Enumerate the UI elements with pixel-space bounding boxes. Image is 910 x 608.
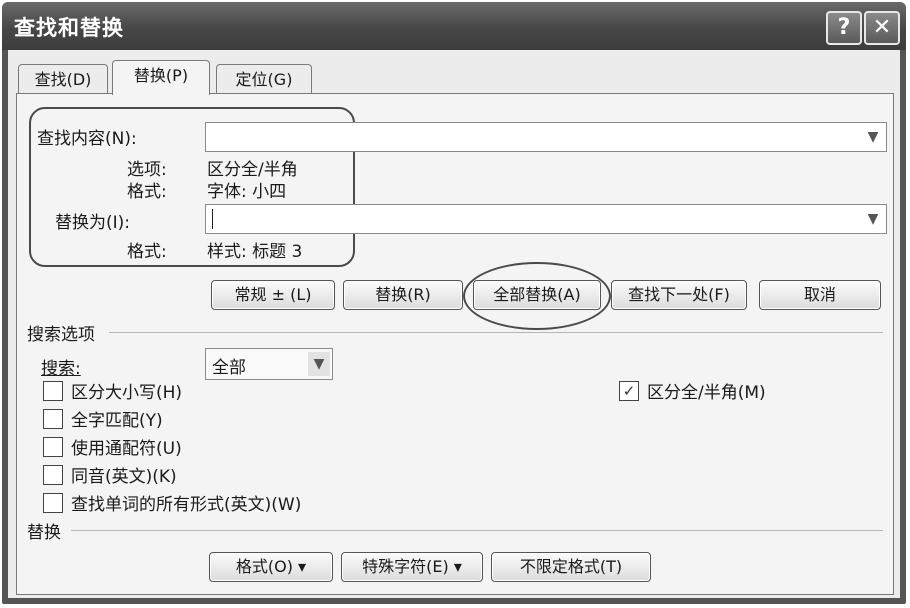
tab-goto[interactable]: 定位(G) bbox=[216, 64, 312, 95]
replace-button[interactable]: 替换(R) bbox=[343, 280, 463, 310]
find-format-key: 格式: bbox=[127, 182, 167, 202]
find-label: 查找内容(N): bbox=[37, 129, 137, 149]
search-direction-value: 全部 bbox=[212, 358, 246, 378]
no-format-button[interactable]: 不限定格式(T) bbox=[491, 552, 651, 582]
whole-word-checkbox[interactable] bbox=[43, 409, 63, 429]
cancel-button[interactable]: 取消 bbox=[759, 280, 881, 310]
word-forms-checkbox[interactable] bbox=[43, 493, 63, 513]
format-button[interactable]: 格式(O) ▾ bbox=[209, 552, 333, 582]
divider bbox=[109, 332, 883, 333]
replace-input[interactable]: ▼ bbox=[205, 204, 887, 234]
less-button[interactable]: 常规 ± (L) bbox=[211, 280, 335, 310]
search-options-header: 搜索选项 bbox=[27, 325, 95, 345]
width-checkbox[interactable]: ✓ bbox=[619, 381, 639, 401]
dialog-body: 查找(D) 替换(P) 定位(G) 查找内容(N): ▼ 选项: 区分全/半角 … bbox=[8, 50, 900, 598]
dialog-window: 查找和替换 ? ✕ 查找(D) 替换(P) 定位(G) 查找内容(N): ▼ 选… bbox=[2, 2, 906, 604]
checkmark-icon: ✓ bbox=[622, 382, 636, 400]
find-input[interactable]: ▼ bbox=[205, 122, 887, 152]
chevron-down-icon[interactable]: ▼ bbox=[862, 207, 884, 231]
tab-find[interactable]: 查找(D) bbox=[18, 64, 108, 95]
tab-replace[interactable]: 替换(P) bbox=[112, 60, 210, 95]
window-title: 查找和替换 bbox=[14, 16, 124, 40]
divider bbox=[71, 530, 883, 531]
wildcards-checkbox[interactable] bbox=[43, 437, 63, 457]
text-caret bbox=[212, 209, 213, 229]
search-direction-select[interactable]: 全部 ▼ bbox=[205, 348, 333, 380]
search-direction-label: 搜索: bbox=[41, 359, 81, 379]
highlight-ellipse-replace-all bbox=[463, 262, 611, 330]
chevron-down-icon[interactable]: ▼ bbox=[308, 352, 330, 376]
sounds-like-checkbox[interactable] bbox=[43, 465, 63, 485]
find-next-button[interactable]: 查找下一处(F) bbox=[611, 280, 747, 310]
help-button[interactable]: ? bbox=[826, 11, 862, 45]
wildcards-label: 使用通配符(U) bbox=[71, 439, 182, 459]
replace-section-header: 替换 bbox=[27, 523, 61, 543]
title-bar: 查找和替换 ? ✕ bbox=[2, 2, 906, 50]
replace-format-value: 样式: 标题 3 bbox=[207, 242, 303, 262]
replace-format-key: 格式: bbox=[127, 242, 167, 262]
whole-word-label: 全字匹配(Y) bbox=[71, 411, 163, 431]
replace-label: 替换为(I): bbox=[55, 213, 131, 233]
width-label: 区分全/半角(M) bbox=[647, 383, 766, 403]
word-forms-label: 查找单词的所有形式(英文)(W) bbox=[71, 495, 302, 515]
sounds-like-label: 同音(英文)(K) bbox=[71, 467, 177, 487]
replace-panel: 查找内容(N): ▼ 选项: 区分全/半角 格式: 字体: 小四 替换为(I):… bbox=[16, 93, 894, 595]
chevron-down-icon[interactable]: ▼ bbox=[862, 125, 884, 149]
match-case-label: 区分大小写(H) bbox=[71, 383, 183, 403]
close-button[interactable]: ✕ bbox=[864, 11, 900, 45]
match-case-checkbox[interactable] bbox=[43, 381, 63, 401]
find-format-value: 字体: 小四 bbox=[207, 182, 287, 202]
special-button[interactable]: 特殊字符(E) ▾ bbox=[341, 552, 483, 582]
